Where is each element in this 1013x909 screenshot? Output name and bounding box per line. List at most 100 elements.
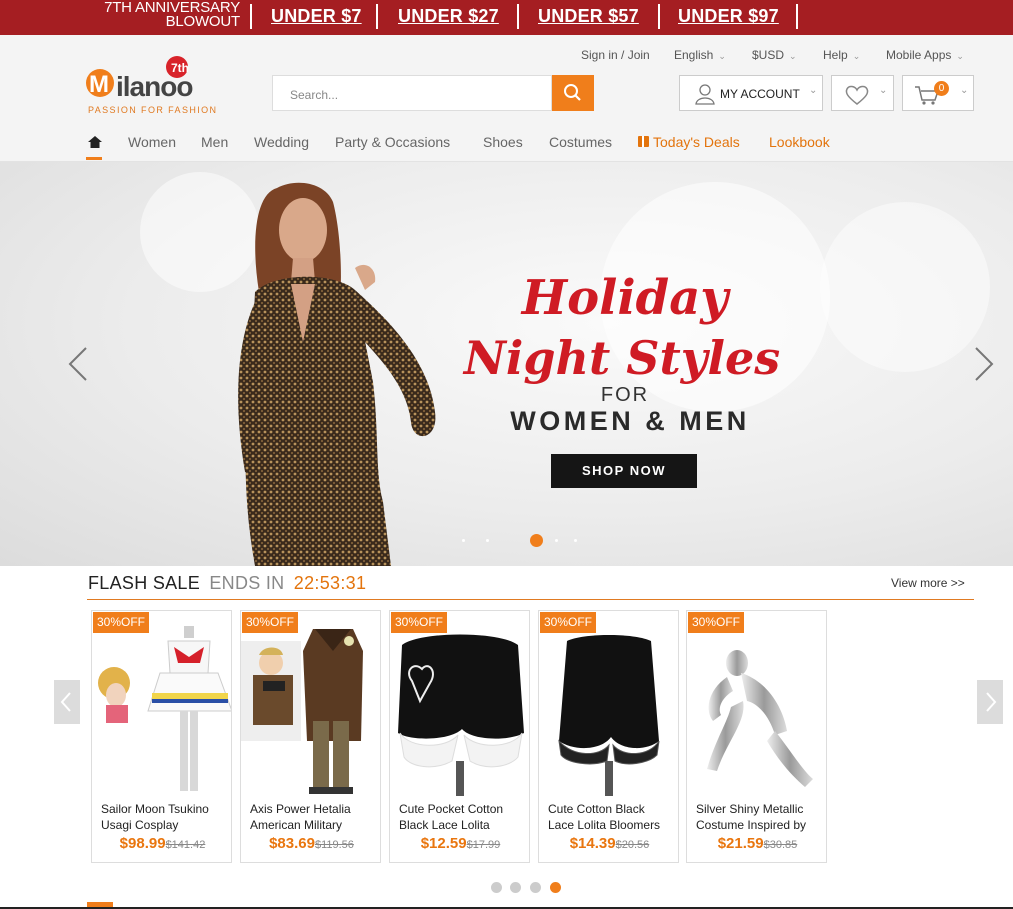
product-image: [98, 626, 231, 791]
cart-button[interactable]: 0 ⌄: [902, 75, 974, 111]
promo-divider: [376, 4, 378, 29]
hero-next-arrow[interactable]: [973, 346, 995, 382]
chevron-down-icon: ⌄: [852, 51, 861, 61]
nav-women[interactable]: Women: [128, 134, 176, 150]
cart-count-badge: 0: [934, 81, 949, 96]
mobile-apps-menu[interactable]: Mobile Apps ⌄: [886, 48, 964, 62]
hero-audience-label: WOMEN & MEN: [510, 406, 750, 436]
nav-party-occasions[interactable]: Party & Occasions: [335, 134, 450, 150]
promo-divider: [250, 4, 252, 29]
product-name: Sailor Moon Tsukino Usagi Cosplay: [101, 802, 209, 832]
language-select[interactable]: English ⌄: [674, 48, 726, 62]
active-nav-indicator: [86, 157, 102, 160]
promo-bar: 7TH ANNIVERSARY BLOWOUT UNDER $7 UNDER $…: [0, 0, 1013, 35]
chevron-down-icon: ⌄: [718, 51, 726, 61]
view-more-link[interactable]: View more >>: [891, 576, 965, 590]
product-price: $98.99$141.42: [119, 835, 206, 852]
deal-under-7-link[interactable]: UNDER $7: [271, 6, 362, 27]
product-card[interactable]: 30%OFF Axis Power Hetalia American Milita…: [240, 610, 381, 863]
nav-wedding[interactable]: Wedding: [254, 134, 309, 150]
hero-dot-1[interactable]: [462, 539, 465, 542]
svg-text:ilanoo: ilanoo: [116, 71, 193, 102]
site-header: Sign in / Join English ⌄ $USD ⌄ Help ⌄ Mobi…: [0, 35, 1013, 162]
product-card[interactable]: 30%OFF Silver Shiny Metallic Costume Insp…: [686, 610, 827, 863]
countdown-timer: 22:53:31: [293, 573, 367, 593]
nav-shoes[interactable]: Shoes: [483, 134, 523, 150]
discount-badge: 30%OFF: [93, 612, 150, 633]
discount-badge: 30%OFF: [242, 612, 299, 633]
product-price: $83.69$119.56: [269, 835, 354, 852]
svg-text:Night Styles: Night Styles: [462, 331, 780, 385]
hero-dot-4[interactable]: [555, 539, 558, 542]
hero-dot-active[interactable]: [530, 534, 543, 547]
chevron-left-icon: [60, 692, 71, 712]
svg-text:M: M: [89, 71, 109, 98]
my-account-button[interactable]: MY ACCOUNT ⌄: [679, 75, 823, 111]
deal-under-97-link[interactable]: UNDER $97: [678, 6, 779, 27]
product-name: Cute Cotton Black Lace Lolita Bloomers: [548, 802, 661, 832]
product-name: Axis Power Hetalia American Military: [250, 802, 351, 832]
hero-banner[interactable]: Holiday Night Styles FOR WOMEN & MEN SHO…: [0, 162, 1013, 566]
product-image: [398, 634, 524, 796]
product-name: Silver Shiny Metallic Costume Inspired by: [696, 802, 807, 832]
nav-lookbook[interactable]: Lookbook: [769, 134, 830, 150]
model-image: [238, 182, 436, 566]
product-price: $21.59$30.85: [717, 835, 798, 852]
product-card[interactable]: 30%OFF Cute Cotton Black Lace Lolita Bloo…: [538, 610, 679, 863]
discount-badge: 30%OFF: [688, 612, 745, 633]
product-name: Cute Pocket Cotton Black Lace Lolita: [399, 802, 504, 832]
home-nav-link[interactable]: [87, 135, 103, 154]
product-card[interactable]: 30%OFF Sailor Moon Tsukino Usagi Cosplay …: [91, 610, 232, 863]
promo-divider: [658, 4, 660, 29]
nav-men[interactable]: Men: [201, 134, 228, 150]
svg-text:Holiday: Holiday: [520, 270, 732, 326]
bokeh-light: [820, 202, 990, 372]
carousel-dot[interactable]: [491, 882, 502, 893]
chevron-right-icon: [986, 692, 997, 712]
discount-badge: 30%OFF: [540, 612, 597, 633]
user-icon: [695, 84, 715, 105]
chevron-down-icon: ⌄: [789, 51, 797, 61]
hero-dot-2[interactable]: [486, 539, 489, 542]
shop-now-button[interactable]: SHOP NOW: [551, 454, 697, 488]
product-image: [241, 629, 363, 794]
svg-text:PASSION FOR FASHION: PASSION FOR FASHION: [88, 105, 217, 115]
promo-divider: [517, 4, 519, 29]
flash-sale-heading: FLASH SALE ENDS IN 22:53:31: [88, 573, 367, 593]
carousel-next-button[interactable]: [977, 680, 1003, 724]
hero-prev-arrow[interactable]: [67, 346, 89, 382]
help-menu[interactable]: Help ⌄: [823, 48, 860, 62]
carousel-dot[interactable]: [530, 882, 541, 893]
chevron-down-icon: ⌄: [879, 85, 888, 96]
search-button[interactable]: [552, 75, 594, 111]
section-divider: [87, 599, 974, 600]
chevron-down-icon: ⌄: [960, 85, 969, 96]
carousel-prev-button[interactable]: [54, 680, 80, 724]
signin-link[interactable]: Sign in / Join: [581, 48, 650, 62]
product-card[interactable]: 30%OFF Cute Pocket Cotton Black Lace Loli…: [389, 610, 530, 863]
discount-badge: 30%OFF: [391, 612, 448, 633]
search-icon: [564, 84, 581, 101]
site-logo[interactable]: 7th M ilanoo PASSION FOR FASHION: [86, 53, 246, 115]
home-icon: [88, 136, 102, 148]
chevron-down-icon: ⌄: [956, 51, 964, 61]
hero-headline: Holiday Night Styles: [462, 270, 780, 385]
nav-todays-deals[interactable]: Today's Deals: [638, 134, 740, 150]
chevron-down-icon: ⌄: [809, 85, 818, 96]
carousel-dot-active[interactable]: [550, 882, 561, 893]
product-price: $12.59$17.99: [420, 835, 501, 852]
hero-dot-5[interactable]: [574, 539, 577, 542]
hero-for-label: FOR: [600, 384, 650, 406]
product-image: [707, 650, 813, 787]
anniversary-label: 7TH ANNIVERSARY BLOWOUT: [104, 0, 240, 30]
currency-select[interactable]: $USD ⌄: [752, 48, 797, 62]
product-price: $14.39$20.56: [569, 835, 650, 852]
wishlist-button[interactable]: ⌄: [831, 75, 894, 111]
search-input[interactable]: Search...: [272, 75, 552, 111]
carousel-dot[interactable]: [510, 882, 521, 893]
deal-under-57-link[interactable]: UNDER $57: [538, 6, 639, 27]
deal-under-27-link[interactable]: UNDER $27: [398, 6, 499, 27]
promo-divider: [796, 4, 798, 29]
product-image: [558, 635, 660, 796]
nav-costumes[interactable]: Costumes: [549, 134, 612, 150]
